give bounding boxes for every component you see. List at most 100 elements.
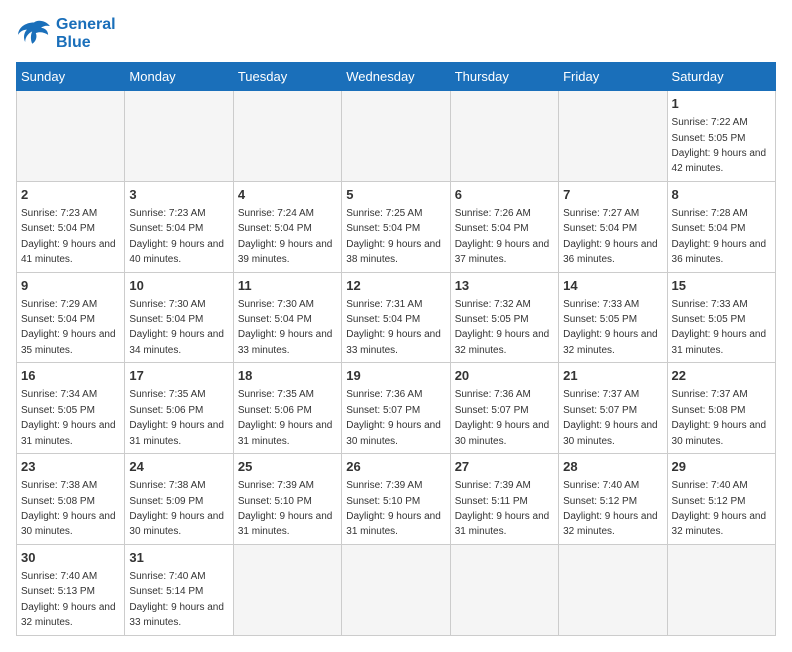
empty-day [450, 91, 558, 182]
logo-icon [16, 19, 52, 49]
day-5: 5 Sunrise: 7:25 AMSunset: 5:04 PMDayligh… [342, 181, 450, 272]
day-info: Sunrise: 7:30 AMSunset: 5:04 PMDaylight:… [129, 299, 224, 356]
day-number: 4 [238, 186, 337, 204]
day-number: 11 [238, 277, 337, 295]
weekday-header-saturday: Saturday [667, 63, 775, 91]
day-26: 26 Sunrise: 7:39 AMSunset: 5:10 PMDaylig… [342, 454, 450, 545]
day-info: Sunrise: 7:38 AMSunset: 5:08 PMDaylight:… [21, 480, 116, 537]
day-info: Sunrise: 7:29 AMSunset: 5:04 PMDaylight:… [21, 299, 116, 356]
weekday-header-monday: Monday [125, 63, 233, 91]
day-21: 21 Sunrise: 7:37 AMSunset: 5:07 PMDaylig… [559, 363, 667, 454]
empty-day [559, 544, 667, 635]
day-number: 20 [455, 367, 554, 385]
day-info: Sunrise: 7:36 AMSunset: 5:07 PMDaylight:… [346, 389, 441, 446]
day-info: Sunrise: 7:22 AMSunset: 5:05 PMDaylight:… [672, 117, 767, 174]
weekday-header-thursday: Thursday [450, 63, 558, 91]
day-info: Sunrise: 7:23 AMSunset: 5:04 PMDaylight:… [129, 208, 224, 265]
day-number: 17 [129, 367, 228, 385]
empty-day [450, 544, 558, 635]
day-number: 6 [455, 186, 554, 204]
day-info: Sunrise: 7:35 AMSunset: 5:06 PMDaylight:… [238, 389, 333, 446]
day-number: 29 [672, 458, 771, 476]
day-info: Sunrise: 7:39 AMSunset: 5:10 PMDaylight:… [346, 480, 441, 537]
day-number: 18 [238, 367, 337, 385]
day-20: 20 Sunrise: 7:36 AMSunset: 5:07 PMDaylig… [450, 363, 558, 454]
day-2: 2 Sunrise: 7:23 AMSunset: 5:04 PMDayligh… [17, 181, 125, 272]
day-number: 24 [129, 458, 228, 476]
day-number: 23 [21, 458, 120, 476]
day-info: Sunrise: 7:24 AMSunset: 5:04 PMDaylight:… [238, 208, 333, 265]
day-info: Sunrise: 7:30 AMSunset: 5:04 PMDaylight:… [238, 299, 333, 356]
day-info: Sunrise: 7:26 AMSunset: 5:04 PMDaylight:… [455, 208, 550, 265]
day-13: 13 Sunrise: 7:32 AMSunset: 5:05 PMDaylig… [450, 272, 558, 363]
day-28: 28 Sunrise: 7:40 AMSunset: 5:12 PMDaylig… [559, 454, 667, 545]
day-info: Sunrise: 7:39 AMSunset: 5:10 PMDaylight:… [238, 480, 333, 537]
page-header: General Blue [16, 16, 776, 52]
day-info: Sunrise: 7:36 AMSunset: 5:07 PMDaylight:… [455, 389, 550, 446]
day-info: Sunrise: 7:35 AMSunset: 5:06 PMDaylight:… [129, 389, 224, 446]
day-number: 31 [129, 549, 228, 567]
day-17: 17 Sunrise: 7:35 AMSunset: 5:06 PMDaylig… [125, 363, 233, 454]
empty-day [667, 544, 775, 635]
day-number: 27 [455, 458, 554, 476]
day-number: 10 [129, 277, 228, 295]
day-11: 11 Sunrise: 7:30 AMSunset: 5:04 PMDaylig… [233, 272, 341, 363]
day-info: Sunrise: 7:40 AMSunset: 5:12 PMDaylight:… [672, 480, 767, 537]
day-29: 29 Sunrise: 7:40 AMSunset: 5:12 PMDaylig… [667, 454, 775, 545]
day-number: 22 [672, 367, 771, 385]
day-number: 8 [672, 186, 771, 204]
calendar-table: SundayMondayTuesdayWednesdayThursdayFrid… [16, 62, 776, 636]
day-info: Sunrise: 7:37 AMSunset: 5:08 PMDaylight:… [672, 389, 767, 446]
empty-day [233, 91, 341, 182]
day-6: 6 Sunrise: 7:26 AMSunset: 5:04 PMDayligh… [450, 181, 558, 272]
day-info: Sunrise: 7:40 AMSunset: 5:13 PMDaylight:… [21, 571, 116, 628]
day-22: 22 Sunrise: 7:37 AMSunset: 5:08 PMDaylig… [667, 363, 775, 454]
logo: General Blue [16, 16, 116, 52]
day-12: 12 Sunrise: 7:31 AMSunset: 5:04 PMDaylig… [342, 272, 450, 363]
day-info: Sunrise: 7:40 AMSunset: 5:12 PMDaylight:… [563, 480, 658, 537]
day-info: Sunrise: 7:27 AMSunset: 5:04 PMDaylight:… [563, 208, 658, 265]
day-10: 10 Sunrise: 7:30 AMSunset: 5:04 PMDaylig… [125, 272, 233, 363]
day-4: 4 Sunrise: 7:24 AMSunset: 5:04 PMDayligh… [233, 181, 341, 272]
day-9: 9 Sunrise: 7:29 AMSunset: 5:04 PMDayligh… [17, 272, 125, 363]
empty-day [233, 544, 341, 635]
day-number: 5 [346, 186, 445, 204]
day-number: 19 [346, 367, 445, 385]
weekday-header-tuesday: Tuesday [233, 63, 341, 91]
day-info: Sunrise: 7:28 AMSunset: 5:04 PMDaylight:… [672, 208, 767, 265]
day-number: 12 [346, 277, 445, 295]
day-info: Sunrise: 7:38 AMSunset: 5:09 PMDaylight:… [129, 480, 224, 537]
day-31: 31 Sunrise: 7:40 AMSunset: 5:14 PMDaylig… [125, 544, 233, 635]
weekday-header-sunday: Sunday [17, 63, 125, 91]
day-info: Sunrise: 7:39 AMSunset: 5:11 PMDaylight:… [455, 480, 550, 537]
day-number: 13 [455, 277, 554, 295]
day-number: 28 [563, 458, 662, 476]
day-25: 25 Sunrise: 7:39 AMSunset: 5:10 PMDaylig… [233, 454, 341, 545]
day-info: Sunrise: 7:40 AMSunset: 5:14 PMDaylight:… [129, 571, 224, 628]
weekday-header-wednesday: Wednesday [342, 63, 450, 91]
day-7: 7 Sunrise: 7:27 AMSunset: 5:04 PMDayligh… [559, 181, 667, 272]
day-24: 24 Sunrise: 7:38 AMSunset: 5:09 PMDaylig… [125, 454, 233, 545]
logo-text: General Blue [56, 16, 116, 52]
day-info: Sunrise: 7:34 AMSunset: 5:05 PMDaylight:… [21, 389, 116, 446]
empty-day [125, 91, 233, 182]
day-number: 26 [346, 458, 445, 476]
day-30: 30 Sunrise: 7:40 AMSunset: 5:13 PMDaylig… [17, 544, 125, 635]
day-number: 16 [21, 367, 120, 385]
day-19: 19 Sunrise: 7:36 AMSunset: 5:07 PMDaylig… [342, 363, 450, 454]
day-27: 27 Sunrise: 7:39 AMSunset: 5:11 PMDaylig… [450, 454, 558, 545]
day-number: 25 [238, 458, 337, 476]
day-info: Sunrise: 7:32 AMSunset: 5:05 PMDaylight:… [455, 299, 550, 356]
day-number: 14 [563, 277, 662, 295]
day-3: 3 Sunrise: 7:23 AMSunset: 5:04 PMDayligh… [125, 181, 233, 272]
day-info: Sunrise: 7:25 AMSunset: 5:04 PMDaylight:… [346, 208, 441, 265]
weekday-header-friday: Friday [559, 63, 667, 91]
empty-day [342, 544, 450, 635]
day-18: 18 Sunrise: 7:35 AMSunset: 5:06 PMDaylig… [233, 363, 341, 454]
day-16: 16 Sunrise: 7:34 AMSunset: 5:05 PMDaylig… [17, 363, 125, 454]
day-number: 7 [563, 186, 662, 204]
empty-day [17, 91, 125, 182]
day-1: 1 Sunrise: 7:22 AMSunset: 5:05 PMDayligh… [667, 91, 775, 182]
day-15: 15 Sunrise: 7:33 AMSunset: 5:05 PMDaylig… [667, 272, 775, 363]
day-8: 8 Sunrise: 7:28 AMSunset: 5:04 PMDayligh… [667, 181, 775, 272]
